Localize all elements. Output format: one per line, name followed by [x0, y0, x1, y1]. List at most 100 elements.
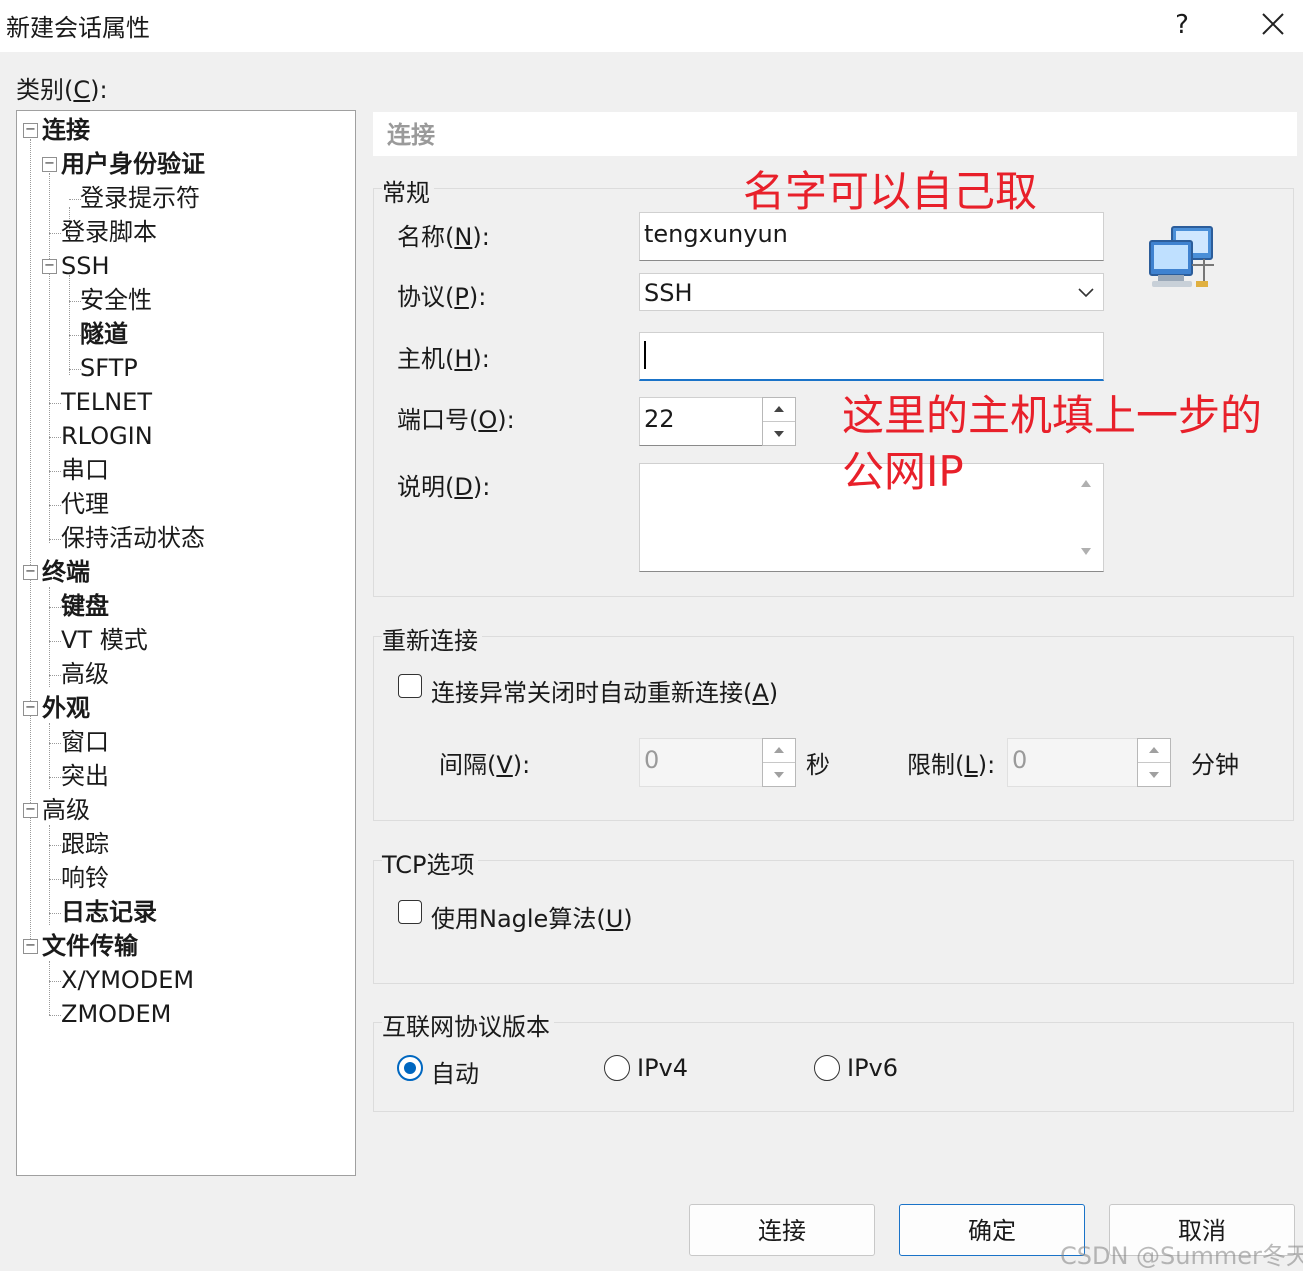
- auto-reconnect-label[interactable]: 连接异常关闭时自动重新连接(A): [431, 673, 778, 708]
- annotation-host-note-line1: 这里的主机填上一步的: [842, 391, 1263, 440]
- help-button[interactable]: ?: [1160, 4, 1204, 46]
- tree-item-trace[interactable]: 跟踪: [61, 828, 109, 860]
- tree-item-telnet[interactable]: TELNET: [61, 386, 152, 418]
- interval-spinner-down[interactable]: [763, 763, 795, 787]
- tree-item-file-transfer[interactable]: 文件传输: [42, 930, 138, 962]
- tree-item-security[interactable]: 安全性: [80, 284, 152, 316]
- window-title: 新建会话属性: [6, 14, 150, 42]
- port-spinner[interactable]: [762, 397, 796, 446]
- host-input[interactable]: [639, 332, 1104, 381]
- annotation-host-note-line2: 公网IP: [842, 447, 964, 496]
- port-spinner-up[interactable]: [763, 398, 795, 422]
- nagle-checkbox[interactable]: [398, 900, 422, 924]
- ok-button[interactable]: 确定: [899, 1204, 1085, 1256]
- tree-toggle-advanced[interactable]: −: [23, 803, 38, 818]
- port-label: 端口号(O):: [397, 406, 515, 434]
- tree-item-logging[interactable]: 日志记录: [61, 896, 157, 928]
- tree-item-tunnel[interactable]: 隧道: [80, 318, 128, 350]
- auto-reconnect-checkbox[interactable]: [398, 674, 422, 698]
- tree-item-user-auth[interactable]: 用户身份验证: [61, 148, 205, 180]
- tcp-group-title: TCP选项: [382, 845, 479, 880]
- tree-item-terminal[interactable]: 终端: [42, 556, 90, 588]
- tree-item-xymodem[interactable]: X/YMODEM: [61, 964, 194, 996]
- description-scrollbar[interactable]: [1071, 464, 1103, 571]
- tree-item-highlight[interactable]: 突出: [61, 760, 109, 792]
- tree-item-advanced[interactable]: 高级: [42, 794, 90, 826]
- ip-auto-label[interactable]: 自动: [431, 1054, 479, 1089]
- panel-header: 连接: [373, 112, 1297, 156]
- port-input[interactable]: 22: [639, 397, 763, 446]
- ipv4-label[interactable]: IPv4: [637, 1054, 688, 1082]
- port-spinner-down[interactable]: [763, 422, 795, 446]
- connect-button[interactable]: 连接: [689, 1204, 875, 1256]
- tree-toggle-ssh[interactable]: −: [42, 259, 57, 274]
- tree-item-bell[interactable]: 响铃: [61, 862, 109, 894]
- arrow-up-icon: [774, 747, 784, 753]
- tree-item-keepalive[interactable]: 保持活动状态: [61, 522, 205, 554]
- interval-spinner-up[interactable]: [763, 739, 795, 763]
- close-icon: [1262, 13, 1284, 35]
- scroll-down-icon: [1081, 548, 1091, 555]
- tree-item-appearance[interactable]: 外观: [42, 692, 90, 724]
- tree-item-rlogin[interactable]: RLOGIN: [61, 420, 153, 452]
- arrow-down-icon: [774, 772, 784, 778]
- category-tree[interactable]: − 连接 − 用户身份验证 登录提示符 登录脚本 − SSH 安全性 隧道 SF…: [16, 110, 356, 1176]
- tree-toggle-connection[interactable]: −: [23, 123, 38, 138]
- title-bar: 新建会话属性 ?: [0, 0, 1303, 52]
- name-input[interactable]: tengxunyun: [639, 212, 1104, 261]
- tree-item-vt-mode[interactable]: VT 模式: [61, 624, 148, 656]
- description-label: 说明(D):: [397, 473, 491, 501]
- tree-item-connection[interactable]: 连接: [42, 114, 90, 146]
- tree-item-login-script[interactable]: 登录脚本: [61, 216, 157, 248]
- tree-toggle-appearance[interactable]: −: [23, 701, 38, 716]
- limit-label: 限制(L):: [907, 751, 996, 779]
- ip-version-group-title: 互联网协议版本: [382, 1007, 554, 1042]
- tree-item-ssh[interactable]: SSH: [61, 250, 110, 282]
- interval-unit: 秒: [806, 751, 830, 779]
- close-button[interactable]: [1250, 4, 1296, 46]
- arrow-down-icon: [774, 431, 784, 437]
- reconnect-group-title: 重新连接: [382, 621, 482, 656]
- ipv6-radio[interactable]: [814, 1055, 840, 1081]
- annotation-name-note: 名字可以自己取: [743, 167, 1038, 216]
- ip-auto-radio[interactable]: [397, 1055, 423, 1081]
- category-label: 类别(C):: [16, 76, 108, 104]
- tree-item-proxy[interactable]: 代理: [61, 488, 109, 520]
- network-computers-icon: [1149, 226, 1214, 287]
- nagle-label[interactable]: 使用Nagle算法(U): [431, 899, 633, 934]
- reconnect-group: [373, 636, 1294, 821]
- tree-toggle-auth[interactable]: −: [42, 157, 57, 172]
- protocol-label: 协议(P):: [397, 283, 487, 311]
- tree-item-serial[interactable]: 串口: [61, 454, 109, 486]
- interval-label: 间隔(V):: [439, 751, 531, 779]
- arrow-up-icon: [1149, 747, 1159, 753]
- limit-spinner-up[interactable]: [1138, 739, 1170, 763]
- tree-item-login-prompts[interactable]: 登录提示符: [80, 182, 200, 214]
- interval-input[interactable]: 0: [639, 738, 763, 787]
- tree-item-sftp[interactable]: SFTP: [80, 352, 138, 384]
- tree-item-terminal-advanced[interactable]: 高级: [61, 658, 109, 690]
- protocol-select[interactable]: SSH: [639, 273, 1104, 311]
- watermark: CSDN @Summer冬天: [1060, 1242, 1303, 1270]
- ipv6-label[interactable]: IPv6: [847, 1054, 898, 1082]
- tree-toggle-file-transfer[interactable]: −: [23, 939, 38, 954]
- scroll-up-icon: [1081, 480, 1091, 487]
- interval-spinner[interactable]: [762, 738, 796, 787]
- general-group-title: 常规: [382, 173, 434, 208]
- tree-item-zmodem[interactable]: ZMODEM: [61, 998, 171, 1030]
- arrow-down-icon: [1149, 772, 1159, 778]
- host-label: 主机(H):: [397, 345, 490, 373]
- limit-input[interactable]: 0: [1007, 738, 1139, 787]
- limit-spinner[interactable]: [1137, 738, 1171, 787]
- tree-item-keyboard[interactable]: 键盘: [61, 590, 109, 622]
- chevron-down-icon: [1078, 288, 1094, 298]
- limit-unit: 分钟: [1191, 751, 1239, 779]
- limit-spinner-down[interactable]: [1138, 763, 1170, 787]
- text-caret: [644, 341, 646, 369]
- arrow-up-icon: [774, 406, 784, 412]
- name-label: 名称(N):: [397, 223, 490, 251]
- tree-toggle-terminal[interactable]: −: [23, 565, 38, 580]
- ipv4-radio[interactable]: [604, 1055, 630, 1081]
- tree-item-window[interactable]: 窗口: [61, 726, 109, 758]
- protocol-select-value: SSH: [644, 279, 693, 307]
